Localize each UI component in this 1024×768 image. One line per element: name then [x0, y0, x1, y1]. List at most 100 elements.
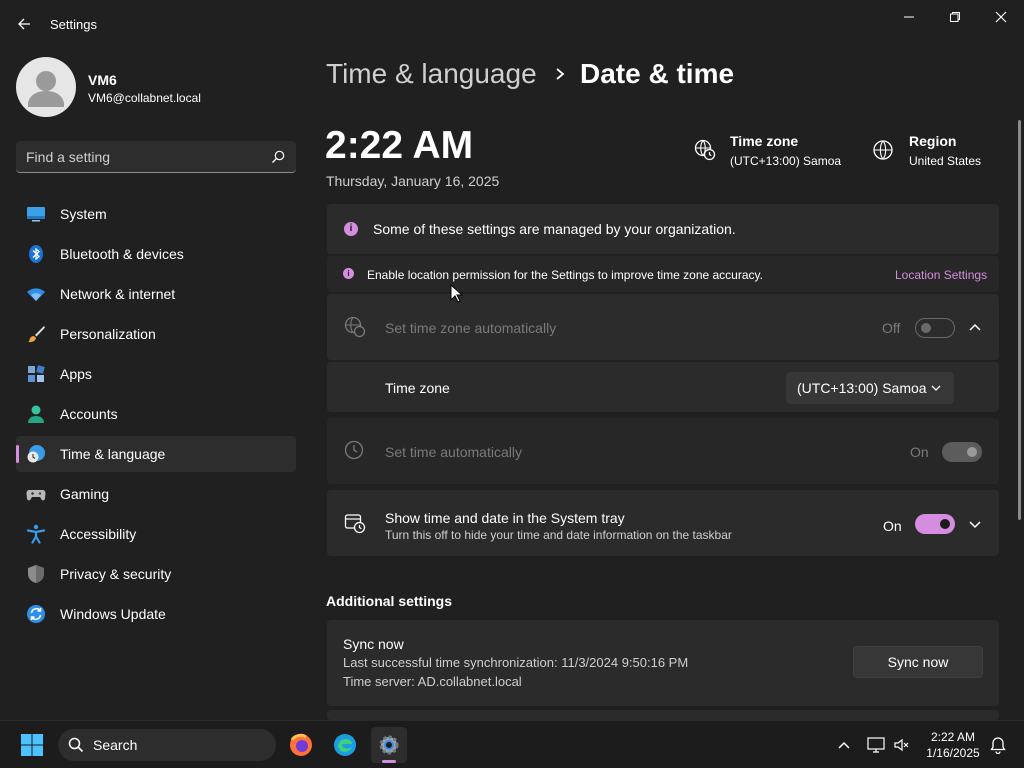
chevron-right-icon [556, 68, 565, 80]
taskbar-date: 1/16/2025 [926, 746, 980, 760]
managed-notice-text: Some of these settings are managed by yo… [373, 221, 736, 237]
sidebar-item-personalization[interactable]: Personalization [16, 316, 296, 352]
tray-toggle[interactable] [915, 514, 955, 534]
search-icon [272, 150, 285, 163]
show-hidden-icons[interactable] [826, 727, 862, 763]
chevron-down-icon[interactable] [968, 519, 982, 531]
sidebar-item-label: Personalization [60, 326, 156, 342]
taskbar-clock[interactable]: 2:22 AM 1/16/2025 [920, 729, 986, 761]
wifi-icon [27, 288, 45, 301]
time-zone-selected: (UTC+13:00) Samoa [797, 380, 927, 396]
network-status[interactable] [862, 727, 890, 763]
info-icon: i [343, 268, 354, 279]
minimize-icon [904, 16, 914, 18]
minimize-button[interactable] [886, 4, 932, 30]
time-auto-label: Set time automatically [385, 444, 522, 460]
shield-icon [28, 565, 44, 583]
sidebar-item-bluetooth[interactable]: Bluetooth & devices [16, 236, 296, 272]
sidebar-item-privacy[interactable]: Privacy & security [16, 556, 296, 592]
time-zone-label: Time zone [385, 380, 450, 396]
time-auto-toggle[interactable] [942, 442, 982, 462]
tray-state: On [883, 518, 902, 534]
region-summary-title: Region [909, 133, 957, 149]
sync-last: Last successful time synchronization: 11… [343, 655, 689, 670]
start-button[interactable] [14, 727, 50, 763]
page-title: Date & time [580, 58, 735, 89]
close-button[interactable] [978, 4, 1024, 30]
windows-logo-icon [21, 734, 43, 756]
tz-auto-state: Off [882, 320, 901, 336]
paintbrush-icon [28, 326, 45, 343]
location-settings-link[interactable]: Location Settings [895, 268, 987, 282]
taskbar-search-label: Search [93, 737, 138, 753]
sidebar-item-label: Network & internet [60, 286, 176, 302]
sidebar-item-network[interactable]: Network & internet [16, 276, 296, 312]
sidebar-item-label: Windows Update [60, 606, 166, 622]
speaker-muted-icon [894, 738, 909, 752]
sidebar-item-time-language[interactable]: Time & language [16, 436, 296, 472]
find-setting-box[interactable] [16, 141, 296, 173]
tz-auto-toggle[interactable] [915, 318, 955, 338]
info-icon: i [344, 222, 358, 236]
sidebar-item-system[interactable]: System [16, 196, 296, 232]
sidebar-item-gaming[interactable]: Gaming [16, 476, 296, 512]
sidebar-item-label: Bluetooth & devices [60, 246, 184, 262]
sidebar-item-windows-update[interactable]: Windows Update [16, 596, 296, 632]
time-zone-dropdown[interactable]: (UTC+13:00) Samoa [786, 372, 954, 404]
find-setting-input[interactable] [26, 141, 266, 172]
breadcrumb-parent[interactable]: Time & language [326, 58, 537, 90]
notifications-button[interactable] [984, 727, 1012, 763]
close-icon [995, 11, 1007, 23]
globe-clock-icon [344, 316, 366, 338]
toggle-knob [921, 323, 931, 333]
bell-icon [990, 737, 1006, 754]
firefox-app[interactable] [283, 727, 319, 763]
scrollbar[interactable] [1018, 120, 1021, 520]
volume-status[interactable] [888, 727, 916, 763]
search-icon [68, 737, 84, 753]
sidebar-item-accessibility[interactable]: Accessibility [16, 516, 296, 552]
globe-clock-icon [694, 139, 716, 161]
sync-server: Time server: AD.collabnet.local [343, 674, 522, 689]
toggle-knob [967, 447, 977, 457]
settings-app[interactable] [371, 727, 407, 763]
sidebar-item-apps[interactable]: Apps [16, 356, 296, 392]
region-summary-value: United States [909, 154, 982, 168]
accessibility-person-icon [26, 524, 46, 544]
gamepad-icon [26, 490, 46, 501]
sync-now-button[interactable]: Sync now [853, 646, 983, 678]
back-button[interactable] [10, 10, 38, 38]
globe-clock-icon [27, 445, 45, 463]
next-card [327, 710, 999, 720]
sidebar-item-accounts[interactable]: Accounts [16, 396, 296, 432]
system-monitor-icon [27, 207, 45, 222]
sync-title: Sync now [343, 636, 404, 652]
avatar[interactable] [16, 57, 76, 117]
current-time: 2:22 AM [325, 124, 474, 167]
tray-description: Turn this off to hide your time and date… [385, 528, 732, 542]
accounts-person-icon [28, 405, 44, 423]
calendar-clock-icon [344, 514, 366, 534]
edge-app[interactable] [327, 727, 363, 763]
location-notice-card: i Enable location permission for the Set… [327, 256, 999, 292]
managed-notice-card: i Some of these settings are managed by … [327, 204, 999, 254]
current-date: Thursday, January 16, 2025 [326, 173, 500, 189]
tray-card: Show time and date in the System tray Tu… [327, 490, 999, 556]
globe-icon [873, 140, 893, 160]
sidebar-item-label: Apps [60, 366, 92, 382]
taskbar: Search 2:22 AM 1/16/2025 [0, 720, 1024, 768]
chevron-down-icon [931, 385, 941, 391]
update-sync-icon [27, 605, 45, 623]
chevron-up-icon[interactable] [968, 321, 982, 333]
location-notice-text: Enable location permission for the Setti… [367, 268, 763, 282]
taskbar-search[interactable]: Search [58, 729, 276, 761]
sidebar-item-label: System [60, 206, 107, 222]
tray-label: Show time and date in the System tray [385, 510, 625, 526]
profile-email: VM6@collabnet.local [88, 91, 201, 105]
bluetooth-icon [29, 245, 43, 263]
edge-icon [334, 734, 356, 756]
active-indicator [16, 445, 19, 463]
mouse-cursor-icon [450, 284, 464, 303]
additional-settings-heading: Additional settings [326, 593, 452, 609]
restore-button[interactable] [932, 4, 978, 30]
